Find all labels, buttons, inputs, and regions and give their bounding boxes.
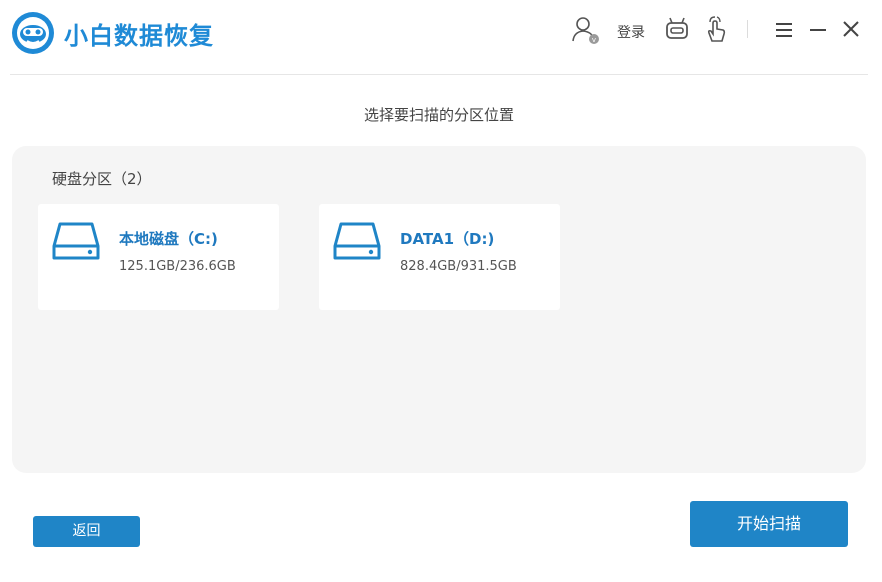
app-title: 小白数据恢复 [64,22,214,50]
header-divider [747,20,748,38]
disk-card-d[interactable]: DATA1（D:) 828.4GB/931.5GB [319,204,560,310]
start-scan-button[interactable]: 开始扫描 [690,501,848,547]
disk-name: DATA1（D:) [400,230,495,248]
app-logo-icon [12,12,54,54]
hard-drive-icon [52,222,100,260]
touch-hand-icon[interactable] [701,14,731,44]
disk-size: 828.4GB/931.5GB [400,259,517,274]
close-icon[interactable] [839,14,863,44]
login-link[interactable]: 登录 [617,22,645,42]
partition-panel: 硬盘分区（2） 本地磁盘（C:) 125.1GB/236.6GB DATA1（D… [12,146,866,473]
header-separator [10,74,868,75]
section-title: 硬盘分区（2） [52,170,152,188]
header-bar: 小白数据恢复 v 登录 [0,0,882,75]
disk-card-c[interactable]: 本地磁盘（C:) 125.1GB/236.6GB [38,204,279,310]
robot-icon[interactable] [662,14,692,44]
disk-name: 本地磁盘（C:) [119,230,218,248]
svg-text:v: v [592,36,596,44]
minimize-icon[interactable] [806,14,830,44]
page-subtitle: 选择要扫描的分区位置 [363,106,514,124]
disk-size: 125.1GB/236.6GB [119,259,236,274]
back-button[interactable]: 返回 [33,516,140,547]
menu-icon[interactable] [772,14,796,44]
user-icon[interactable]: v [570,14,600,44]
hard-drive-icon [333,222,381,260]
